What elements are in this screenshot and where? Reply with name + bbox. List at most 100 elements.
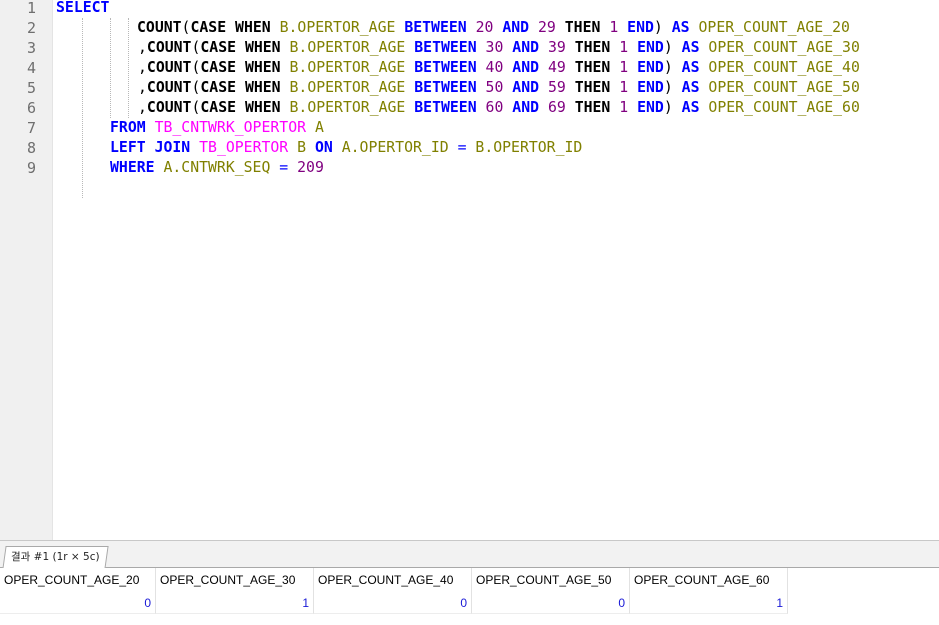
code-token: B.OPERTOR_AGE	[289, 99, 406, 116]
column-header[interactable]: OPER_COUNT_AGE_30	[156, 568, 314, 592]
code-token: ,	[138, 79, 147, 96]
code-token: CASE	[200, 79, 237, 96]
code-token: AND	[512, 79, 540, 96]
line-number: 4	[26, 59, 36, 77]
code-token: 29	[538, 19, 556, 36]
query-editor[interactable]: 1 2 3 4 5 6 7 8 9 SELECT COUNT(CASE WHEN B.OPERTO…	[0, 0, 939, 540]
code-token: 59	[547, 79, 566, 96]
code-token: 1	[619, 99, 629, 116]
code-token: OPER_COUNT_AGE_60	[708, 99, 860, 116]
tab-result-1[interactable]: 결과 #1 (1r × 5c)	[2, 546, 109, 569]
code-token: THEN	[574, 79, 611, 96]
code-token: AND	[512, 99, 540, 116]
code-token: OPER_COUNT_AGE_40	[708, 59, 860, 76]
code-token: 40	[485, 59, 504, 76]
code-token: COUNT	[146, 99, 192, 116]
code-token: WHERE	[110, 159, 155, 176]
result-cell[interactable]: 1	[156, 592, 314, 614]
code-token: A	[314, 119, 324, 136]
code-token: COUNT	[137, 19, 182, 36]
code-token: 1	[609, 19, 619, 36]
line-number: 1	[26, 0, 36, 17]
code-token: 1	[619, 59, 629, 76]
code-token: END	[627, 19, 654, 36]
code-token: BETWEEN	[414, 99, 477, 116]
code-token: END	[637, 79, 664, 96]
code-token: 1	[619, 79, 629, 96]
code-token: B	[297, 139, 307, 156]
code-token: OPER_COUNT_AGE_50	[708, 79, 860, 96]
code-line[interactable]: ,COUNT(CASE WHEN B.OPERTOR_AGE BETWEEN 5…	[138, 78, 860, 98]
code-token: )	[663, 59, 673, 76]
column-header[interactable]: OPER_COUNT_AGE_20	[0, 568, 156, 592]
result-cell[interactable]: 0	[314, 592, 472, 614]
code-token: CASE	[200, 59, 237, 76]
code-line[interactable]: COUNT(CASE WHEN B.OPERTOR_AGE BETWEEN 20…	[137, 18, 850, 38]
result-cell[interactable]: 0	[472, 592, 630, 614]
code-token: WHEN	[235, 19, 271, 36]
code-line[interactable]: ,COUNT(CASE WHEN B.OPERTOR_AGE BETWEEN 4…	[138, 58, 860, 78]
code-token: BETWEEN	[414, 39, 477, 56]
code-line[interactable]: ,COUNT(CASE WHEN B.OPERTOR_AGE BETWEEN 6…	[138, 98, 860, 118]
column-header[interactable]: OPER_COUNT_AGE_60	[630, 568, 788, 592]
code-token: 69	[547, 99, 566, 116]
code-token: OPER_COUNT_AGE_30	[708, 39, 860, 56]
code-token: )	[663, 79, 673, 96]
indent-guide	[82, 18, 83, 198]
code-token: 49	[547, 59, 566, 76]
code-line[interactable]: WHERE A.CNTWRK_SEQ = 209	[110, 158, 324, 178]
indent-guide	[128, 18, 129, 118]
code-line[interactable]: ,COUNT(CASE WHEN B.OPERTOR_AGE BETWEEN 3…	[138, 38, 860, 58]
code-token: B.OPERTOR_AGE	[289, 39, 406, 56]
code-token: )	[663, 39, 673, 56]
code-token: COUNT	[146, 79, 192, 96]
code-token: BETWEEN	[404, 19, 467, 36]
code-token: AS	[671, 19, 690, 36]
result-cell[interactable]: 0	[0, 592, 156, 614]
code-token: AS	[681, 79, 700, 96]
code-line[interactable]: SELECT	[56, 0, 109, 18]
column-header[interactable]: OPER_COUNT_AGE_40	[314, 568, 472, 592]
column-header[interactable]: OPER_COUNT_AGE_50	[472, 568, 630, 592]
code-token: )	[663, 99, 673, 116]
code-token: 20	[475, 19, 494, 36]
result-tab-strip: 결과 #1 (1r × 5c)	[0, 540, 939, 569]
code-line[interactable]: FROM TB_CNTWRK_OPERTOR A	[110, 118, 324, 138]
code-token: THEN	[574, 39, 611, 56]
code-line[interactable]: LEFT JOIN TB_OPERTOR B ON A.OPERTOR_ID =…	[110, 138, 582, 158]
code-token: BETWEEN	[414, 59, 477, 76]
code-token: AS	[681, 39, 700, 56]
result-cell[interactable]: 1	[630, 592, 788, 614]
code-token: AND	[512, 59, 540, 76]
